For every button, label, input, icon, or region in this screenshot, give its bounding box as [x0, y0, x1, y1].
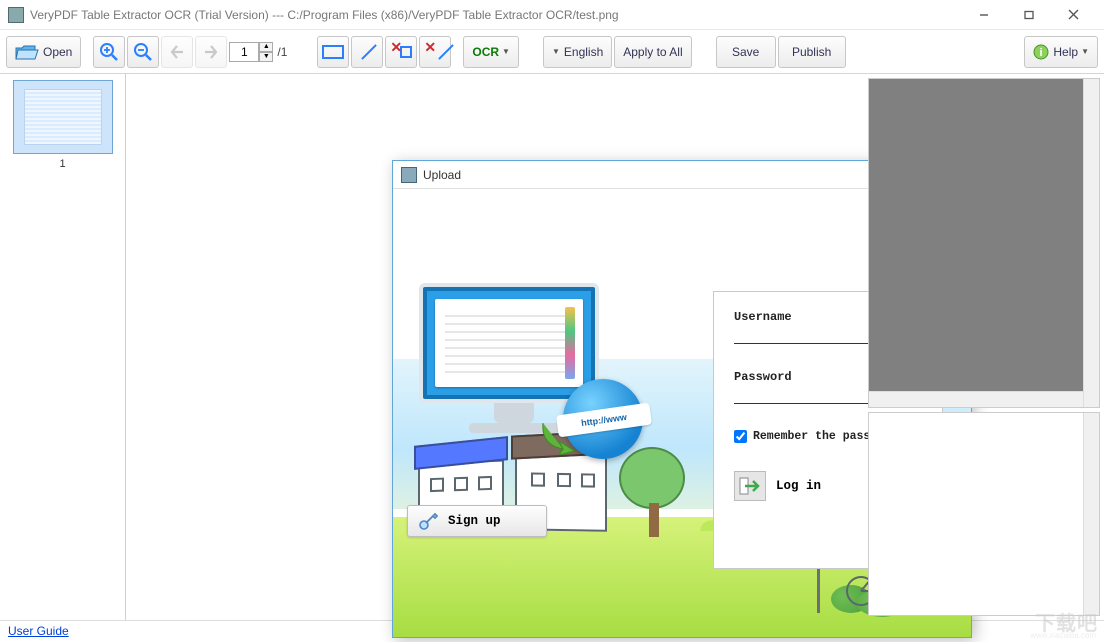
- signup-label: Sign up: [448, 514, 501, 528]
- toolbar: Open ▲ ▼ /1 ✕ ✕ OCR ▼ ▼ English Apply to…: [0, 30, 1104, 74]
- chevron-down-icon: ▼: [552, 47, 560, 56]
- key-icon: [418, 511, 438, 531]
- globe-icon: http://www: [563, 379, 643, 459]
- user-guide-link[interactable]: User Guide: [8, 624, 69, 638]
- login-arrow-icon: [734, 471, 766, 501]
- output-panel[interactable]: [868, 412, 1100, 616]
- ocr-label: OCR: [472, 45, 499, 59]
- delete-rect-button[interactable]: ✕: [385, 36, 417, 68]
- apply-all-button[interactable]: Apply to All: [614, 36, 691, 68]
- dialog-title: Upload: [423, 168, 461, 182]
- scrollbar-vertical[interactable]: [1083, 79, 1099, 407]
- page-spinner[interactable]: ▲ ▼ /1: [229, 42, 287, 62]
- login-label: Log in: [776, 479, 821, 493]
- watermark-url: www.xiazaiba.com: [1030, 631, 1096, 640]
- ocr-button[interactable]: OCR ▼: [463, 36, 519, 68]
- zoom-in-button[interactable]: [93, 36, 125, 68]
- thumbnail-label: 1: [6, 158, 119, 170]
- chevron-down-icon: ▼: [1081, 47, 1089, 56]
- remember-checkbox[interactable]: [734, 430, 747, 443]
- draw-line-button[interactable]: [351, 36, 383, 68]
- preview-panel[interactable]: [868, 78, 1100, 408]
- page-total: /1: [277, 45, 287, 59]
- scrollbar-horizontal[interactable]: [869, 391, 1083, 407]
- page-spin-up[interactable]: ▲: [259, 42, 273, 52]
- language-label: English: [564, 45, 603, 59]
- draw-rect-button[interactable]: [317, 36, 349, 68]
- minimize-button[interactable]: [961, 0, 1006, 30]
- open-label: Open: [43, 45, 72, 59]
- save-button[interactable]: Save: [716, 36, 776, 68]
- titlebar: VeryPDF Table Extractor OCR (Trial Versi…: [0, 0, 1104, 30]
- page-thumbnail[interactable]: [13, 80, 113, 154]
- page-spin-down[interactable]: ▼: [259, 52, 273, 62]
- window-title: VeryPDF Table Extractor OCR (Trial Versi…: [30, 8, 619, 22]
- right-panels: [864, 74, 1104, 620]
- publish-button[interactable]: Publish: [778, 36, 846, 68]
- help-icon: i: [1033, 44, 1049, 60]
- language-button[interactable]: ▼ English: [543, 36, 612, 68]
- page-input[interactable]: [229, 42, 259, 62]
- maximize-button[interactable]: [1006, 0, 1051, 30]
- help-button[interactable]: i Help ▼: [1024, 36, 1098, 68]
- scrollbar-vertical[interactable]: [1083, 413, 1099, 615]
- open-button[interactable]: Open: [6, 36, 81, 68]
- dialog-icon: [401, 167, 417, 183]
- main-area: 1 5 24.00 44.00 68.00 22.50 17.40 32.70 …: [0, 74, 1104, 620]
- next-page-button[interactable]: [195, 36, 227, 68]
- thumbnail-sidebar: 1: [0, 74, 126, 620]
- zoom-out-button[interactable]: [127, 36, 159, 68]
- chevron-down-icon: ▼: [502, 47, 510, 56]
- app-icon: [8, 7, 24, 23]
- signup-button[interactable]: Sign up: [407, 505, 547, 537]
- prev-page-button[interactable]: [161, 36, 193, 68]
- svg-text:i: i: [1040, 47, 1043, 59]
- close-button[interactable]: [1051, 0, 1096, 30]
- center-canvas[interactable]: 5 24.00 44.00 68.00 22.50 17.40 32.70 0.…: [126, 74, 864, 620]
- delete-line-button[interactable]: ✕: [419, 36, 451, 68]
